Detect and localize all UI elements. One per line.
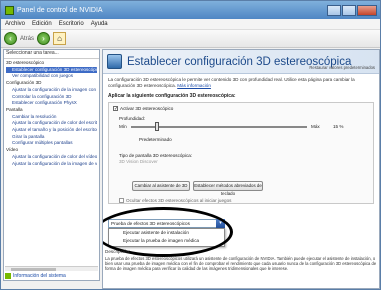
window-controls	[327, 4, 377, 16]
recommended-label: Predeterminado	[139, 137, 172, 143]
page-header: Establecer configuración 3D estereoscópi…	[103, 50, 379, 74]
menu-desktop[interactable]: Escritorio	[59, 21, 84, 27]
nvidia-logo-icon	[5, 5, 14, 15]
menu-help[interactable]: Ayuda	[91, 21, 108, 27]
description-body: La prueba de efectos 3D estereoscópicos …	[105, 256, 377, 272]
tree-item-multi-display[interactable]: Configurar múltiples pantallas	[6, 140, 97, 147]
tree-item-video-color[interactable]: Ajustar la configuración de color del ví…	[6, 154, 97, 161]
restore-defaults-link[interactable]: Restaurar valores predeterminados	[309, 65, 375, 70]
tree-item-physx[interactable]: Establecer configuración PhysX	[6, 100, 97, 107]
depth-value: 15 %	[333, 124, 344, 130]
toolbar: ‹ Atrás › ⌂	[1, 30, 380, 48]
content-pane: Establecer configuración 3D estereoscópi…	[102, 49, 380, 289]
tree-item-resolution[interactable]: Cambiar la resolución	[6, 114, 97, 121]
tree-category-display[interactable]: Pantalla	[6, 107, 97, 114]
stereo-wizard-button[interactable]: Cambiar al asistente de 3D	[132, 181, 190, 192]
back-label[interactable]: Atrás	[20, 36, 34, 42]
maximize-button[interactable]	[342, 4, 356, 16]
settings-panel: ✓ Activar 3D estereoscópico Profundidad:…	[108, 102, 374, 205]
dropdown-value: Prueba de efectos 3D estereoscópicos	[111, 221, 190, 226]
home-icon[interactable]: ⌂	[53, 32, 67, 45]
menu-file[interactable]: Archivo	[5, 21, 25, 27]
task-sidebar: Seleccionar una tarea... 3D estereoscópi…	[3, 49, 100, 281]
back-arrow-icon[interactable]: ‹	[4, 32, 17, 45]
menu-item-medical-test[interactable]: Ejecutar la prueba de imagen médica	[109, 237, 224, 245]
stereo-test-dropdown[interactable]: Prueba de efectos 3D estereoscópicos ▾	[108, 219, 225, 228]
depth-min-label: Mín	[119, 124, 127, 130]
system-info-link[interactable]: Información del sistema	[5, 273, 66, 279]
tree-category-3d[interactable]: Configuración 3D	[6, 80, 97, 87]
enable-stereo-label: Activar 3D estereoscópico	[120, 106, 174, 112]
window-title: Panel de control de NVIDIA	[17, 6, 103, 14]
tree-category-video[interactable]: Vídeo	[6, 147, 97, 154]
tree-item-control-3d[interactable]: Controlar la configuración 3D	[6, 94, 97, 101]
hide-effects-checkbox[interactable]: Ocultar efectos 3D estereoscópicos al in…	[119, 198, 232, 204]
tree-item-desktop-color[interactable]: Ajustar la configuración de color del es…	[6, 120, 97, 127]
depth-slider-row: Mín Máx 15 %	[119, 122, 367, 132]
tree-item-game-compat[interactable]: Ver compatibilidad con juegos	[6, 73, 97, 80]
display-type-value: 3D Vision Discover	[119, 159, 158, 165]
sidebar-header: Seleccionar una tarea...	[4, 50, 99, 59]
tree-item-set-stereo[interactable]: Establecer configuración 3D estereoscópi…	[6, 66, 97, 74]
close-button[interactable]	[357, 4, 377, 16]
forward-arrow-icon[interactable]: ›	[37, 32, 51, 45]
tree-item-rotate[interactable]: Girar la pantalla	[6, 134, 97, 141]
depth-slider-thumb[interactable]	[155, 122, 160, 132]
system-info-label[interactable]: Información del sistema	[13, 273, 66, 279]
depth-max-label: Máx	[311, 124, 320, 130]
chevron-down-icon[interactable]: ▾	[216, 219, 225, 228]
tree-item-desktop-size[interactable]: Ajustar el tamaño y la posición del escr…	[6, 127, 97, 134]
menu-edit[interactable]: Edición	[32, 21, 52, 27]
info-icon	[5, 273, 11, 279]
keyboard-shortcuts-button[interactable]: Establecer métodos abreviados de teclado	[193, 181, 263, 196]
menu-bar: Archivo Edición Escritorio Ayuda	[1, 19, 380, 30]
section-title: Aplicar la siguiente configuración 3D es…	[108, 93, 236, 100]
tree-item-video-image[interactable]: Ajustar la configuración de la imagen de…	[6, 161, 97, 168]
display-type-label: Tipo de pantalla 3D estereoscópica:	[119, 153, 193, 159]
task-tree: 3D estereoscópico Establecer configuraci…	[4, 59, 99, 168]
more-info-link[interactable]: Más información	[177, 83, 211, 88]
tree-category-stereo[interactable]: 3D estereoscópico	[6, 60, 97, 67]
stereo-3d-icon	[107, 54, 122, 69]
hide-effects-label: Ocultar efectos 3D estereoscópicos al in…	[126, 198, 232, 204]
menu-item-run-wizard[interactable]: Ejecutar asistente de instalación	[109, 229, 224, 237]
depth-label: Profundidad:	[119, 116, 146, 122]
description-heading: Descripción:	[105, 249, 131, 254]
tree-item-image-preview[interactable]: Ajustar la configuración de la imagen co…	[6, 87, 97, 94]
app-window: Panel de control de NVIDIA Archivo Edici…	[0, 0, 381, 290]
dropdown-menu: Ejecutar asistente de instalación Ejecut…	[108, 228, 225, 247]
minimize-button[interactable]	[327, 4, 341, 16]
sidebar-horizontal-scrollbar[interactable]	[5, 266, 98, 271]
description-text: La configuración 3D estereoscópica le pe…	[108, 77, 355, 88]
title-bar: Panel de control de NVIDIA	[1, 1, 380, 19]
page-description: La configuración 3D estereoscópica le pe…	[103, 74, 379, 91]
checkbox-checked-icon[interactable]: ✓	[113, 106, 118, 112]
scrollbar-thumb[interactable]	[11, 268, 56, 271]
enable-stereo-checkbox[interactable]: ✓ Activar 3D estereoscópico	[113, 106, 174, 112]
checkbox-unchecked-icon[interactable]	[119, 198, 124, 204]
